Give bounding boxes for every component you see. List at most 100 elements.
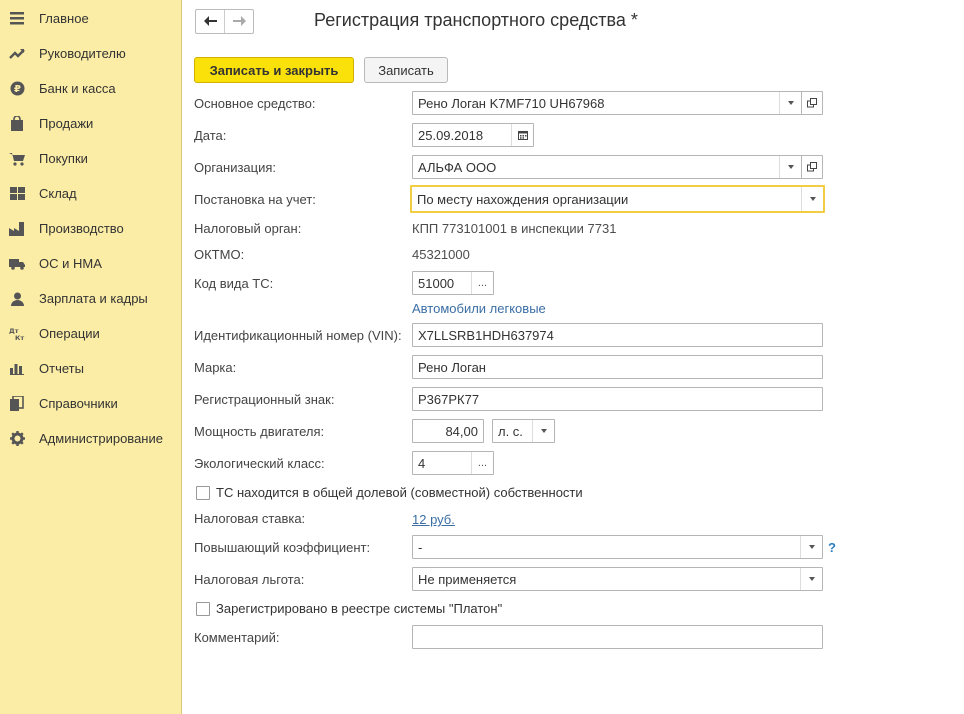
benefit-select[interactable]: Не применяется bbox=[412, 567, 823, 591]
chevron-down-icon bbox=[540, 429, 547, 433]
chevron-down-icon bbox=[808, 545, 815, 549]
save-and-close-button[interactable]: Записать и закрыть bbox=[194, 57, 354, 83]
power-value: 84,00 bbox=[445, 423, 478, 439]
vehicle-type-link[interactable]: Автомобили легковые bbox=[412, 301, 546, 316]
factory-icon bbox=[9, 221, 25, 237]
sidebar-item-label: Покупки bbox=[39, 151, 88, 166]
organization-value: АЛЬФА ООО bbox=[418, 159, 497, 175]
sidebar-item-salary[interactable]: Зарплата и кадры bbox=[0, 281, 181, 316]
sidebar-item-operations[interactable]: Дт Кт Операции bbox=[0, 316, 181, 351]
shared-ownership-checkbox[interactable] bbox=[196, 486, 210, 500]
help-icon[interactable]: ? bbox=[828, 540, 836, 555]
asset-dropdown-button[interactable] bbox=[779, 92, 801, 114]
benefit-label: Налоговая льгота: bbox=[194, 572, 305, 587]
benefit-dropdown-button[interactable] bbox=[800, 568, 822, 590]
forward-button[interactable] bbox=[224, 10, 253, 33]
plate-input[interactable]: Р367РК77 bbox=[412, 387, 823, 411]
sidebar-item-admin[interactable]: Администрирование bbox=[0, 421, 181, 456]
open-window-icon bbox=[807, 96, 817, 111]
warehouse-icon bbox=[9, 186, 25, 202]
sidebar-item-sales[interactable]: Продажи bbox=[0, 106, 181, 141]
sidebar-item-bank[interactable]: ₽ Банк и касса bbox=[0, 71, 181, 106]
sidebar-item-reports[interactable]: Отчеты bbox=[0, 351, 181, 386]
organization-field[interactable]: АЛЬФА ООО bbox=[412, 155, 802, 179]
vehicle-code-field[interactable]: 51000 ... bbox=[412, 271, 494, 295]
platon-checkbox[interactable] bbox=[196, 602, 210, 616]
power-input[interactable]: 84,00 bbox=[412, 419, 484, 443]
chevron-down-icon bbox=[787, 165, 794, 169]
chevron-down-icon bbox=[787, 101, 794, 105]
page-title: Регистрация транспортного средства * bbox=[314, 10, 638, 30]
asset-value: Рено Логан K7MF710 UH67968 bbox=[418, 95, 605, 111]
coefficient-dropdown-button[interactable] bbox=[800, 536, 822, 558]
sidebar-item-purchases[interactable]: Покупки bbox=[0, 141, 181, 176]
platon-label: Зарегистрировано в реестре системы "Плат… bbox=[216, 601, 503, 616]
bag-icon bbox=[9, 116, 25, 132]
back-button[interactable] bbox=[196, 10, 224, 33]
plate-label: Регистрационный знак: bbox=[194, 392, 335, 407]
vin-input[interactable]: X7LLSRB1HDH637974 bbox=[412, 323, 823, 347]
sidebar-item-catalogs[interactable]: Справочники bbox=[0, 386, 181, 421]
chevron-down-icon bbox=[809, 197, 816, 201]
tax-authority-value: КПП 773101001 в инспекции 7731 bbox=[412, 221, 617, 236]
sidebar-item-warehouse[interactable]: Склад bbox=[0, 176, 181, 211]
sidebar-item-assets[interactable]: ОС и НМА bbox=[0, 246, 181, 281]
sidebar-item-label: Отчеты bbox=[39, 361, 84, 376]
sidebar-item-label: Банк и касса bbox=[39, 81, 116, 96]
ruble-icon: ₽ bbox=[9, 81, 25, 97]
sidebar-item-label: Склад bbox=[39, 186, 77, 201]
power-label: Мощность двигателя: bbox=[194, 424, 325, 439]
organization-dropdown-button[interactable] bbox=[779, 156, 801, 178]
asset-open-button[interactable] bbox=[801, 91, 823, 115]
coefficient-label: Повышающий коэффициент: bbox=[194, 540, 371, 555]
tax-rate-link[interactable]: 12 руб. bbox=[412, 512, 455, 527]
registration-dropdown-button[interactable] bbox=[801, 187, 823, 211]
vin-value: X7LLSRB1HDH637974 bbox=[418, 327, 554, 343]
comment-label: Комментарий: bbox=[194, 630, 280, 645]
asset-field[interactable]: Рено Логан K7MF710 UH67968 bbox=[412, 91, 802, 115]
truck-icon bbox=[9, 256, 25, 272]
sidebar-item-production[interactable]: Производство bbox=[0, 211, 181, 246]
organization-open-button[interactable] bbox=[801, 155, 823, 179]
calendar-icon bbox=[517, 128, 528, 143]
cart-icon bbox=[9, 151, 25, 167]
sidebar-item-main[interactable]: Главное bbox=[0, 1, 181, 36]
power-unit-dropdown-button[interactable] bbox=[532, 420, 554, 442]
eco-class-field[interactable]: 4 ... bbox=[412, 451, 494, 475]
date-value: 25.09.2018 bbox=[418, 127, 484, 143]
sidebar-item-label: Справочники bbox=[39, 396, 118, 411]
sidebar: Главное Руководителю ₽ Банк и касса Прод… bbox=[0, 0, 182, 714]
calendar-button[interactable] bbox=[511, 124, 533, 146]
coefficient-value: - bbox=[418, 539, 423, 555]
sidebar-item-label: Руководителю bbox=[39, 46, 126, 61]
svg-text:₽: ₽ bbox=[14, 84, 21, 95]
eco-class-value: 4 bbox=[418, 455, 426, 471]
bar-chart-icon bbox=[9, 361, 25, 377]
vehicle-code-label: Код вида ТС: bbox=[194, 276, 274, 291]
person-icon bbox=[9, 291, 25, 307]
tax-rate-label: Налоговая ставка: bbox=[194, 511, 306, 526]
sidebar-item-label: Продажи bbox=[39, 116, 94, 131]
coefficient-select[interactable]: - bbox=[412, 535, 823, 559]
vehicle-code-value: 51000 bbox=[418, 275, 455, 291]
sidebar-item-label: Администрирование bbox=[39, 431, 163, 446]
eco-class-select-button[interactable]: ... bbox=[471, 452, 493, 474]
date-field[interactable]: 25.09.2018 bbox=[412, 123, 534, 147]
power-unit-select[interactable]: л. с. bbox=[492, 419, 555, 443]
oktmo-label: ОКТМО: bbox=[194, 247, 245, 262]
registration-label: Постановка на учет: bbox=[194, 192, 316, 207]
menu-icon bbox=[9, 11, 25, 27]
save-button[interactable]: Записать bbox=[364, 57, 448, 83]
sidebar-item-manager[interactable]: Руководителю bbox=[0, 36, 181, 71]
chevron-down-icon bbox=[808, 577, 815, 581]
sidebar-item-label: ОС и НМА bbox=[39, 256, 102, 271]
shared-ownership-label: ТС находится в общей долевой (совместной… bbox=[216, 485, 583, 500]
comment-input[interactable] bbox=[412, 625, 823, 649]
asset-label: Основное средство: bbox=[194, 96, 316, 111]
date-label: Дата: bbox=[194, 128, 227, 143]
vehicle-code-select-button[interactable]: ... bbox=[471, 272, 493, 294]
registration-select[interactable]: По месту нахождения организации bbox=[410, 185, 825, 213]
dt-kt-icon: Дт Кт bbox=[9, 326, 25, 342]
brand-input[interactable]: Рено Логан bbox=[412, 355, 823, 379]
main-form: Регистрация транспортного средства * Зап… bbox=[183, 0, 964, 714]
